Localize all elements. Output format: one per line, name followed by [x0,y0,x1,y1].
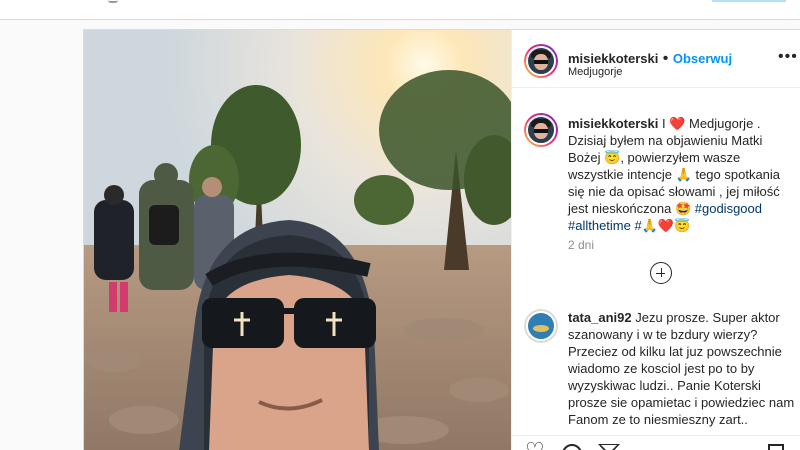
post-header: misiekkoterski • Obserwuj Medjugorje ••• [512,30,800,88]
heart-emoji-2: ❤️ [657,218,675,233]
comment-text: Jezu prosze. Super aktor szanowany i w t… [568,310,795,427]
post-caption: misiekkoterski I ❤️ Medjugorje . Dzisiaj… [568,115,796,234]
follow-button[interactable]: Obserwuj [673,51,732,66]
post-location[interactable]: Medjugorje [568,66,622,78]
hashtag-godisgood[interactable]: #godisgood [695,201,762,216]
nav-button-edge[interactable] [712,0,786,2]
post-card: misiekkoterski • Obserwuj Medjugorje •••… [83,29,800,450]
comment-item: tata_ani92 Jezu prosze. Super aktor szan… [568,309,796,428]
caption-username[interactable]: misiekkoterski [568,116,658,131]
caption-avatar-image [526,115,556,145]
caption-text-1: I [658,116,670,131]
heart-icon[interactable] [525,444,547,450]
comment-icon[interactable] [562,444,582,450]
smile-emoji: 😇 [604,150,621,165]
pray-emoji-2: 🙏 [641,218,658,233]
post-photo[interactable] [84,30,511,450]
separator-dot: • [662,50,669,67]
smile-emoji-2: 😇 [674,218,691,233]
nav-glyph-fragment [108,0,118,3]
commenter-avatar[interactable] [524,309,558,343]
post-time[interactable]: 2 dni [568,238,594,252]
post-sidebar: misiekkoterski • Obserwuj Medjugorje •••… [511,30,800,450]
selfie-image [84,30,511,450]
author-avatar[interactable] [524,44,558,78]
hashtag-empty[interactable]: # [635,218,642,233]
commenter-avatar-image [526,311,556,341]
star-eyes-emoji: 🤩 [674,201,692,216]
caption-author-avatar[interactable] [524,113,558,147]
more-options-icon[interactable]: ••• [778,49,798,65]
action-bar [512,435,800,450]
author-username[interactable]: misiekkoterski [568,51,658,66]
heart-emoji: ❤️ [669,116,686,131]
hashtag-allthetime[interactable]: #allthetime [568,218,631,233]
author-avatar-image [526,46,556,76]
bookmark-icon[interactable] [768,444,784,450]
plus-circle-icon[interactable] [650,262,672,284]
top-navigation-bar [0,0,800,20]
share-icon[interactable] [598,444,620,450]
comment-username[interactable]: tata_ani92 [568,310,632,325]
pray-emoji: 🙏 [675,167,692,182]
